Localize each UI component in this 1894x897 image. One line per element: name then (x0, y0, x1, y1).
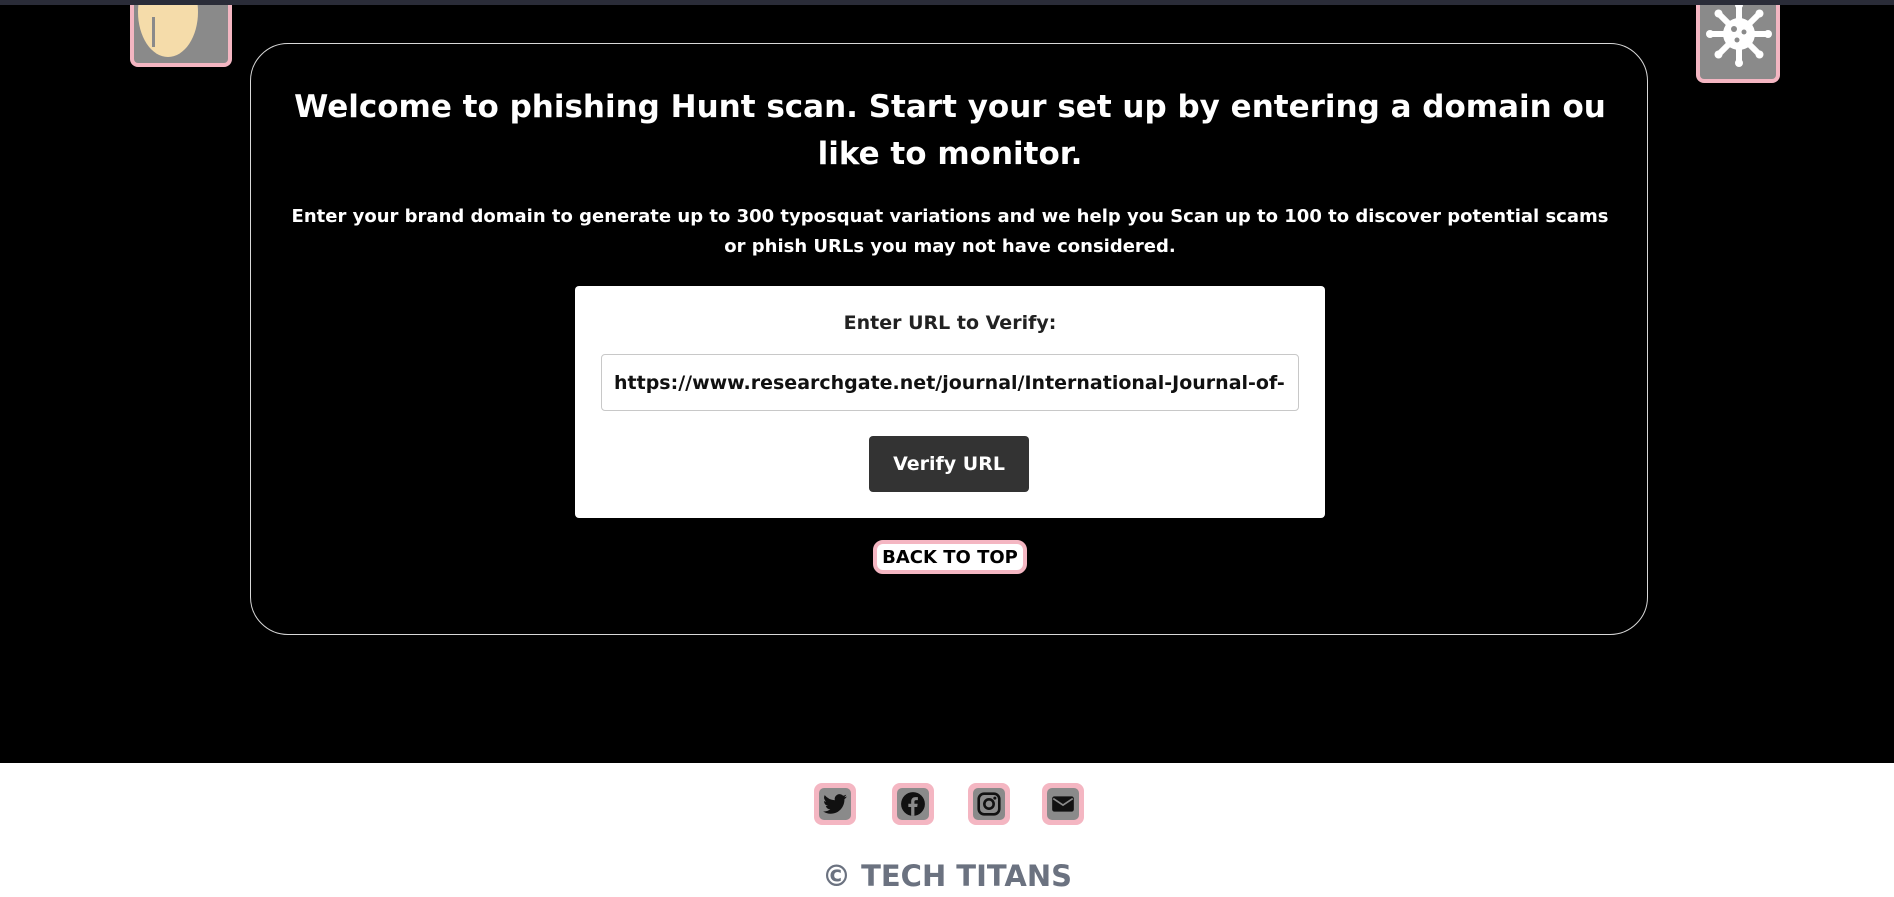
instagram-link[interactable] (968, 783, 1010, 825)
url-input[interactable] (601, 354, 1299, 411)
verify-form: Enter URL to Verify: Verify URL (575, 286, 1325, 518)
page-title: Welcome to phishing Hunt scan. Start you… (294, 89, 1606, 172)
scan-card: Welcome to phishing Hunt scan. Start you… (250, 43, 1648, 635)
facebook-link[interactable] (892, 783, 934, 825)
hero-section: Welcome to phishing Hunt scan. Start you… (0, 5, 1894, 763)
envelope-icon (1047, 788, 1079, 820)
facebook-icon (897, 788, 929, 820)
url-field-label: Enter URL to Verify: (843, 312, 1057, 334)
page-subtitle: Enter your brand domain to generate up t… (291, 206, 1609, 257)
back-to-top-button[interactable]: BACK TO TOP (873, 540, 1027, 574)
twitter-link[interactable] (814, 783, 856, 825)
verify-url-button[interactable]: Verify URL (869, 436, 1029, 492)
copyright-text: © TECH TITANS (821, 859, 1073, 893)
email-link[interactable] (1042, 783, 1084, 825)
twitter-icon (819, 788, 851, 820)
egg-icon (130, 5, 232, 67)
footer: © TECH TITANS (0, 763, 1894, 897)
virus-icon (1696, 5, 1780, 83)
instagram-icon (973, 788, 1005, 820)
